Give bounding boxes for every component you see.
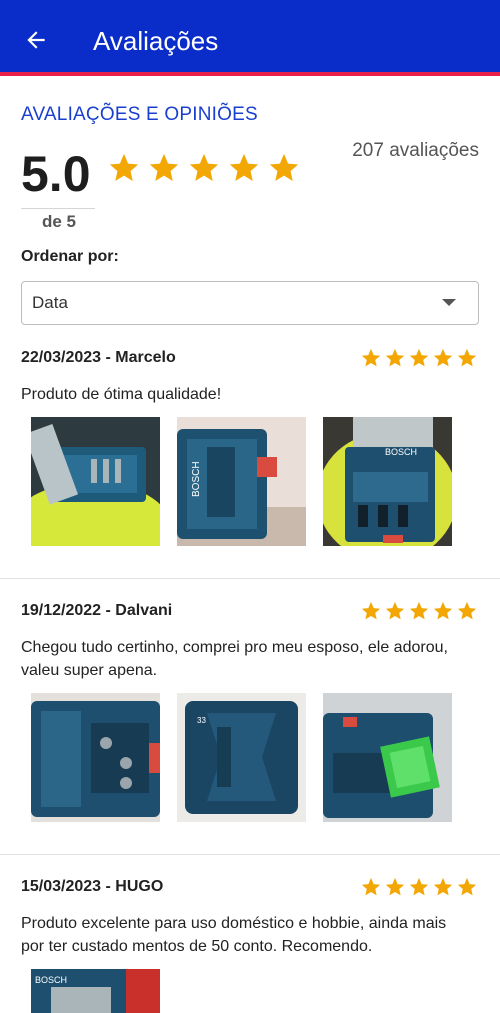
sort-select-value: Data — [32, 293, 68, 312]
star-icon — [109, 153, 139, 182]
review-photos: BOSCH — [31, 969, 160, 1013]
star-icon — [149, 153, 179, 182]
star-icon — [409, 877, 429, 896]
review-divider — [0, 854, 500, 855]
review-photo[interactable] — [31, 417, 160, 546]
review-photo[interactable] — [323, 693, 452, 822]
back-button[interactable] — [18, 22, 54, 58]
svg-text:33: 33 — [197, 716, 206, 725]
review-photos: 33 — [31, 693, 452, 822]
average-rating-stars — [107, 151, 301, 185]
review-photos: BOSCH BOSCH — [31, 417, 452, 546]
caret-down-icon — [442, 299, 456, 306]
arrow-left-icon — [27, 31, 45, 49]
star-icon — [433, 601, 453, 620]
rating-divider — [21, 208, 95, 209]
review-text: Produto de ótima qualidade! — [21, 386, 222, 403]
star-icon — [457, 348, 477, 367]
star-icon — [409, 348, 429, 367]
star-icon — [433, 348, 453, 367]
page-title: Avaliações — [93, 26, 219, 56]
svg-text:BOSCH: BOSCH — [35, 975, 67, 985]
app-bar: Avaliações — [0, 0, 500, 72]
review-photo[interactable]: BOSCH — [177, 417, 306, 546]
rating-out-of: de 5 — [42, 212, 77, 231]
review-date-author: 15/03/2023 - HUGO — [21, 878, 164, 895]
star-icon — [269, 153, 299, 182]
sort-label: Ordenar por: — [21, 248, 119, 265]
review-date-author: 19/12/2022 - Dalvani — [21, 602, 173, 619]
star-icon — [457, 601, 477, 620]
sort-select[interactable]: Data — [21, 281, 479, 325]
star-icon — [361, 877, 381, 896]
svg-text:BOSCH: BOSCH — [385, 447, 417, 457]
star-icon — [409, 601, 429, 620]
review-photo[interactable]: 33 — [177, 693, 306, 822]
star-icon — [385, 348, 405, 367]
star-icon — [457, 877, 477, 896]
review-divider — [0, 578, 500, 579]
review-date-author: 22/03/2023 - Marcelo — [21, 349, 176, 366]
star-icon — [189, 153, 219, 182]
star-icon — [385, 601, 405, 620]
review-stars — [360, 600, 478, 622]
star-icon — [229, 153, 259, 182]
star-icon — [433, 877, 453, 896]
star-icon — [361, 348, 381, 367]
review-photo[interactable]: BOSCH — [323, 417, 452, 546]
average-rating: 5.0 — [21, 146, 91, 202]
review-stars — [360, 347, 478, 369]
review-count: 207 avaliações — [352, 140, 479, 161]
svg-text:BOSCH: BOSCH — [191, 461, 202, 497]
review-photo[interactable] — [31, 693, 160, 822]
review-photo[interactable]: BOSCH — [31, 969, 160, 1013]
review-stars — [360, 876, 478, 898]
section-title: AVALIAÇÕES E OPINIÕES — [21, 104, 258, 125]
star-icon — [361, 601, 381, 620]
header-accent-stripe — [0, 72, 500, 76]
star-icon — [385, 877, 405, 896]
review-text: Chegou tudo certinho, comprei pro meu es… — [21, 639, 448, 679]
review-text: Produto excelente para uso doméstico e h… — [21, 915, 447, 955]
